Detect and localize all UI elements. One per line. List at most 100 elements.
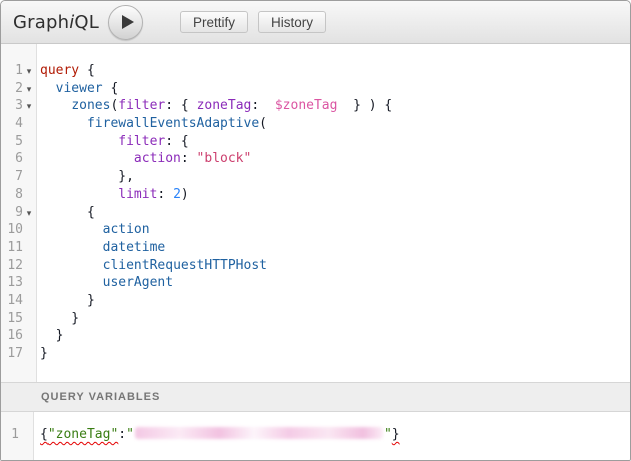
gutter-cell: 3▾ — [1, 97, 36, 115]
gutter-cell: 5 — [1, 133, 36, 151]
code-token: : { — [165, 98, 196, 113]
code-line: {"zoneTag":""} — [40, 426, 630, 444]
gutter-cell: 4 — [1, 115, 36, 133]
line-number: 17 — [1, 345, 23, 363]
execute-query-button[interactable] — [108, 5, 143, 40]
code-token: action — [103, 222, 150, 237]
code-token — [40, 116, 87, 131]
code-token: filter — [118, 134, 165, 149]
code-token: "zoneTag" — [48, 427, 118, 442]
variables-line-number-gutter: 1 — [1, 412, 34, 460]
code-token: } — [40, 346, 48, 361]
code-token: : — [181, 151, 197, 166]
gutter-cell: 6 — [1, 150, 36, 168]
gutter-cell: 1▾ — [1, 62, 36, 80]
code-token — [40, 187, 118, 202]
line-number: 1 — [1, 426, 19, 444]
logo-text-graph: Graph — [13, 12, 69, 33]
code-line: clientRequestHTTPHost — [40, 257, 630, 275]
variables-editor[interactable]: 1 {"zoneTag":""} — [1, 412, 630, 460]
query-line-number-gutter: 1▾2▾3▾456789▾1011121314151617 — [1, 44, 37, 382]
line-number: 10 — [1, 221, 23, 239]
code-token: "block" — [197, 151, 252, 166]
gutter-cell: 7 — [1, 168, 36, 186]
app-logo: GraphiQL — [13, 12, 99, 33]
prettify-button[interactable]: Prettify — [180, 11, 248, 33]
code-token: viewer — [56, 81, 103, 96]
redacted-value — [135, 427, 383, 439]
code-token: } ) { — [337, 98, 392, 113]
code-token: action — [134, 151, 181, 166]
code-line: action — [40, 221, 630, 239]
code-line: zones(filter: { zoneTag: $zoneTag } ) { — [40, 97, 630, 115]
code-token: } — [392, 427, 400, 442]
query-variables-header[interactable]: QUERY VARIABLES — [1, 382, 630, 412]
history-button[interactable]: History — [258, 11, 326, 33]
line-number: 8 — [1, 186, 23, 204]
gutter-cell: 1 — [1, 426, 33, 444]
code-token: limit — [118, 187, 157, 202]
line-number: 6 — [1, 150, 23, 168]
line-number: 15 — [1, 310, 23, 328]
line-number: 12 — [1, 257, 23, 275]
code-token — [40, 275, 103, 290]
query-editor[interactable]: 1▾2▾3▾456789▾1011121314151617 query { vi… — [1, 44, 630, 382]
code-token: } — [40, 328, 63, 343]
code-line: filter: { — [40, 133, 630, 151]
code-line: viewer { — [40, 80, 630, 98]
code-token: { — [40, 427, 48, 442]
code-token: { — [103, 81, 119, 96]
code-token: : — [157, 187, 173, 202]
code-token: ( — [259, 116, 267, 131]
code-token: zoneTag — [197, 98, 252, 113]
query-code-area[interactable]: query { viewer { zones(filter: { zoneTag… — [37, 44, 630, 382]
variables-code-area[interactable]: {"zoneTag":""} — [34, 412, 630, 460]
line-number: 4 — [1, 115, 23, 133]
line-number: 9 — [1, 204, 23, 222]
code-token: } — [40, 293, 95, 308]
code-token: zones — [71, 98, 110, 113]
code-token: ) — [181, 187, 189, 202]
logo-text-ql: QL — [74, 12, 99, 33]
code-line: userAgent — [40, 274, 630, 292]
code-line: } — [40, 310, 630, 328]
code-line: } — [40, 327, 630, 345]
line-number: 2 — [1, 80, 23, 98]
code-token — [40, 81, 56, 96]
code-token: { — [40, 205, 95, 220]
code-token — [40, 134, 118, 149]
play-triangle-icon — [122, 15, 134, 29]
gutter-cell: 17 — [1, 345, 36, 363]
code-line: limit: 2) — [40, 186, 630, 204]
query-variables-label: QUERY VARIABLES — [41, 391, 160, 403]
line-number: 7 — [1, 168, 23, 186]
code-token: filter — [118, 98, 165, 113]
line-number: 16 — [1, 327, 23, 345]
gutter-cell: 13 — [1, 274, 36, 292]
gutter-cell: 16 — [1, 327, 36, 345]
code-token — [40, 222, 103, 237]
code-token: : — [118, 427, 126, 442]
code-line: datetime — [40, 239, 630, 257]
line-number: 1 — [1, 62, 23, 80]
code-token: " — [126, 427, 134, 442]
line-number: 5 — [1, 133, 23, 151]
code-token: clientRequestHTTPHost — [103, 258, 267, 273]
code-line: } — [40, 292, 630, 310]
line-number: 3 — [1, 97, 23, 115]
code-token: $zoneTag — [275, 98, 338, 113]
code-token: { — [79, 63, 95, 78]
line-number: 14 — [1, 292, 23, 310]
gutter-cell: 14 — [1, 292, 36, 310]
code-line: query { — [40, 62, 630, 80]
code-token: firewallEventsAdaptive — [87, 116, 259, 131]
code-token: " — [384, 427, 392, 442]
code-token: }, — [40, 169, 134, 184]
gutter-cell: 8 — [1, 186, 36, 204]
code-line: } — [40, 345, 630, 363]
gutter-cell: 9▾ — [1, 204, 36, 222]
graphiql-window: GraphiQL Prettify History 1▾2▾3▾456789▾1… — [0, 0, 631, 461]
code-line: action: "block" — [40, 150, 630, 168]
code-token: : — [251, 98, 274, 113]
code-token: } — [40, 311, 79, 326]
